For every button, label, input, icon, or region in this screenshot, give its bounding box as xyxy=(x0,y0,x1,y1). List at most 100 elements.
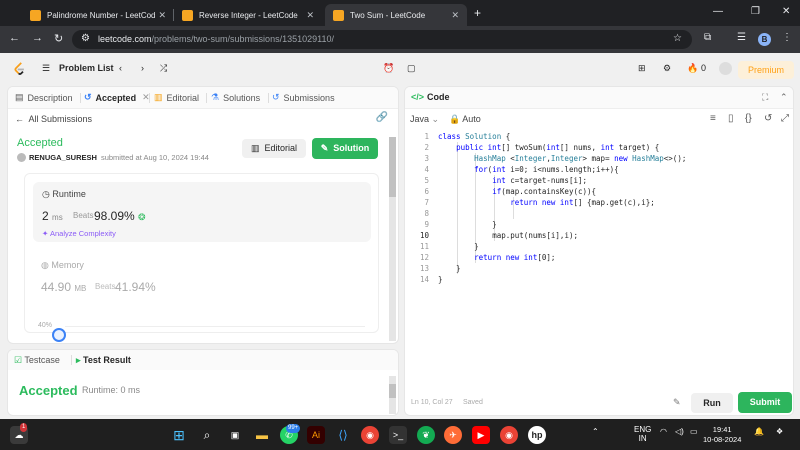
auto-mode-toggle[interactable]: 🔒 Auto xyxy=(449,114,481,125)
search-icon[interactable]: ⌕ xyxy=(198,426,216,444)
forward-icon[interactable]: → xyxy=(32,32,43,44)
volume-icon[interactable]: ◁) xyxy=(675,427,684,436)
timer-icon[interactable]: ⏰ xyxy=(383,63,394,74)
code-line[interactable]: 3 HashMap <Integer,Integer> map= new Has… xyxy=(405,153,793,164)
scrollbar-thumb[interactable] xyxy=(389,384,396,398)
chrome-active-icon[interactable]: ◉ xyxy=(500,426,518,444)
link-icon[interactable]: 🔗 xyxy=(376,112,388,123)
tab-description[interactable]: ▤ Description xyxy=(15,92,73,103)
code-line[interactable]: 5 int c=target-nums[i]; xyxy=(405,175,793,186)
bookmark-icon[interactable]: ▯ xyxy=(728,113,734,124)
media-icon[interactable]: ☰ xyxy=(737,32,746,43)
chrome-icon[interactable]: ◉ xyxy=(361,426,379,444)
language-select[interactable]: Java ⌄ xyxy=(410,114,439,125)
terminal-icon[interactable]: >_ xyxy=(389,426,407,444)
hp-icon[interactable]: hp xyxy=(528,426,546,444)
tab-test-result[interactable]: ▸ Test Result xyxy=(76,355,131,366)
collapse-icon[interactable]: ⌃ xyxy=(780,92,788,103)
scrollbar-thumb[interactable] xyxy=(389,137,396,197)
file-explorer-icon[interactable]: ▬ xyxy=(253,426,271,444)
next-problem-icon[interactable]: › xyxy=(141,63,144,73)
url-field[interactable]: ⚙ leetcode.com/problems/two-sum/submissi… xyxy=(72,30,692,49)
window-close-icon[interactable]: ✕ xyxy=(782,6,790,17)
tray-chevron-icon[interactable]: ⌃ xyxy=(592,427,599,436)
notes-icon[interactable]: ▢ xyxy=(407,63,416,74)
code-line[interactable]: 13 } xyxy=(405,263,793,274)
solution-button[interactable]: ✎ Solution xyxy=(312,138,378,159)
layout-grid-icon[interactable]: ⊞ xyxy=(638,63,646,74)
windows-start-icon[interactable]: ⊞ xyxy=(170,426,188,444)
browser-tab-1[interactable]: Palindrome Number - LeetCod ✕ xyxy=(22,4,174,26)
code-line[interactable]: 7 return new int[] {map.get(c),i}; xyxy=(405,197,793,208)
notes-icon[interactable]: ✎ xyxy=(673,397,681,408)
tab-accepted[interactable]: ↺ Accepted ✕ xyxy=(84,92,150,103)
code-line[interactable]: 12 return new int[0]; xyxy=(405,252,793,263)
editorial-button[interactable]: ▥ Editorial xyxy=(242,139,306,158)
submit-button[interactable]: Submit xyxy=(738,392,792,413)
code-line[interactable]: 4 for(int i=0; i<nums.length;i++){ xyxy=(405,164,793,175)
all-submissions-link[interactable]: ← All Submissions xyxy=(15,114,92,124)
tab-solutions[interactable]: ⚗ Solutions xyxy=(211,92,260,103)
close-icon[interactable]: ✕ xyxy=(306,10,314,21)
fullscreen-icon[interactable]: ⤢ xyxy=(781,113,789,124)
code-line[interactable]: 11 } xyxy=(405,241,793,252)
youtube-icon[interactable]: ▶ xyxy=(472,426,490,444)
illustrator-icon[interactable]: Ai xyxy=(307,426,325,444)
list-icon[interactable]: ☰ xyxy=(42,63,50,74)
leetcode-logo-icon[interactable] xyxy=(13,62,26,76)
submitter-name[interactable]: RENUGA_SURESH xyxy=(29,153,97,162)
language-indicator[interactable]: ENG IN xyxy=(634,425,651,443)
vscode-icon[interactable]: ⟨⟩ xyxy=(334,426,352,444)
code-line[interactable]: 8 xyxy=(405,208,793,219)
code-line[interactable]: 6 if(map.containsKey(c)){ xyxy=(405,186,793,197)
site-info-icon[interactable]: ⚙ xyxy=(81,33,90,44)
postman-icon[interactable]: ✈ xyxy=(444,426,462,444)
premium-button[interactable]: Premium xyxy=(738,61,794,79)
tab-testcase[interactable]: ☑ Testcase xyxy=(14,355,60,366)
task-view-icon[interactable]: ▣ xyxy=(226,426,244,444)
mongodb-icon[interactable]: ❦ xyxy=(417,426,435,444)
new-tab-icon[interactable]: + xyxy=(474,6,481,20)
shuffle-icon[interactable]: ⤮ xyxy=(160,63,167,74)
system-clock[interactable]: 19:41 10-08-2024 xyxy=(703,425,741,445)
tab-submissions[interactable]: ↺ Submissions xyxy=(272,92,335,103)
copilot-icon[interactable]: ❖ xyxy=(776,427,783,436)
reload-icon[interactable]: ↻ xyxy=(54,32,63,45)
minimize-icon[interactable]: — xyxy=(713,6,723,17)
prev-problem-icon[interactable]: ‹ xyxy=(119,63,122,73)
bookmark-star-icon[interactable]: ☆ xyxy=(673,33,682,44)
chart-point-marker[interactable] xyxy=(52,328,66,342)
code-line[interactable]: 10 map.put(nums[i],i); xyxy=(405,230,793,241)
problem-list-link[interactable]: Problem List xyxy=(59,63,114,73)
braces-icon[interactable]: {} xyxy=(745,113,752,124)
runtime-box[interactable]: ◷ Runtime 2 ms Beats 98.09% ❂ ✦ Analyze … xyxy=(33,182,371,242)
user-avatar[interactable] xyxy=(719,62,732,75)
restore-icon[interactable]: ❐ xyxy=(751,6,760,17)
format-icon[interactable]: ≡ xyxy=(710,113,716,124)
memory-title[interactable]: ◍ Memory xyxy=(41,260,84,271)
code-line[interactable]: 14} xyxy=(405,274,793,285)
code-line[interactable]: 9 } xyxy=(405,219,793,230)
code-editor[interactable]: 1 class Solution {2 public int[] twoSum(i… xyxy=(405,131,793,381)
extensions-icon[interactable]: ⧉ xyxy=(704,32,711,43)
browser-tab-3[interactable]: Two Sum - LeetCode ✕ xyxy=(325,4,467,26)
testcase-scrollbar[interactable] xyxy=(389,376,396,414)
streak-fire-icon[interactable]: 🔥 xyxy=(687,63,698,74)
back-icon[interactable]: ← xyxy=(9,32,20,44)
close-icon[interactable]: ✕ xyxy=(451,10,459,21)
settings-icon[interactable]: ⚙ xyxy=(663,63,671,74)
reset-icon[interactable]: ↺ xyxy=(764,113,772,124)
browser-tab-2[interactable]: Reverse Integer - LeetCode ✕ xyxy=(174,4,322,26)
run-button[interactable]: Run xyxy=(691,393,733,413)
code-line[interactable]: 1 class Solution { xyxy=(405,131,793,142)
tab-editorial[interactable]: ▥ Editorial xyxy=(154,92,199,103)
notification-bell-icon[interactable]: 🔔 xyxy=(754,427,764,436)
close-icon[interactable]: ✕ xyxy=(158,10,166,21)
analyze-complexity-link[interactable]: ✦ Analyze Complexity xyxy=(42,229,116,238)
chrome-menu-icon[interactable]: ⋮ xyxy=(782,32,792,43)
wifi-icon[interactable]: ◠ xyxy=(660,427,667,436)
maximize-icon[interactable]: ⛶ xyxy=(762,92,768,103)
profile-avatar[interactable]: B xyxy=(758,33,771,46)
battery-icon[interactable]: ▭ xyxy=(690,427,698,436)
code-line[interactable]: 2 public int[] twoSum(int[] nums, int ta… xyxy=(405,142,793,153)
